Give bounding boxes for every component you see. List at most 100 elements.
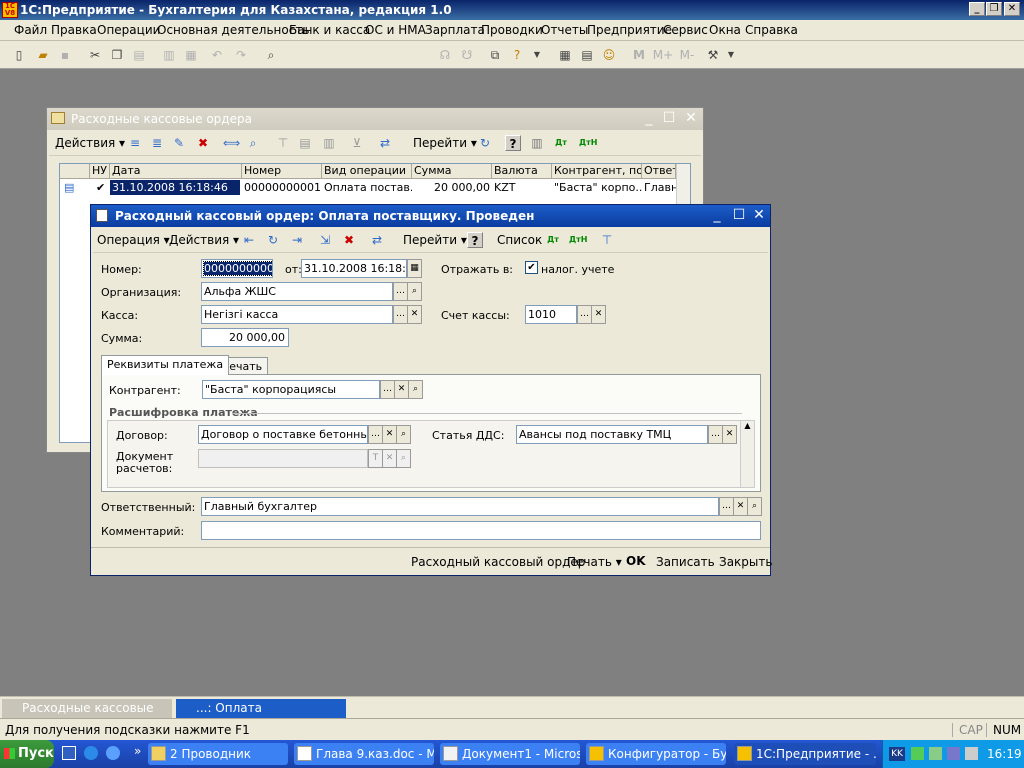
- quicklaunch-save-icon[interactable]: [62, 746, 76, 760]
- date-field[interactable]: 31.10.2008 16:18:46: [301, 259, 407, 278]
- row-operation[interactable]: Оплата постав...: [322, 180, 412, 195]
- save-icon[interactable]: ▪: [58, 48, 72, 62]
- debit-credit-tax-icon[interactable]: ДтН: [579, 135, 597, 151]
- edit-icon[interactable]: ✎: [171, 135, 187, 151]
- row-nu[interactable]: ✔: [94, 180, 110, 195]
- save-button[interactable]: Записать: [656, 555, 715, 569]
- hierarchy-icon[interactable]: ▤: [297, 135, 313, 151]
- help-dropdown-icon[interactable]: ▼: [530, 48, 544, 62]
- tray-network-icon[interactable]: [965, 747, 978, 760]
- col-contractor[interactable]: Контрагент, по...: [552, 164, 642, 179]
- responsible-field[interactable]: Главный бухгалтер: [201, 497, 719, 516]
- calc-icon[interactable]: ▦: [558, 48, 572, 62]
- row-number[interactable]: 00000000001: [242, 180, 322, 195]
- paste-icon[interactable]: ▤: [132, 48, 146, 62]
- col-nu[interactable]: НУ: [90, 164, 110, 179]
- contractor-select-button[interactable]: …: [380, 380, 395, 399]
- menu-enterprise[interactable]: Предприятие: [587, 23, 672, 37]
- quicklaunch-ie-icon[interactable]: [84, 746, 98, 760]
- post-icon[interactable]: ⇲: [317, 232, 333, 248]
- print-button[interactable]: Печать ▾: [567, 555, 622, 569]
- menu-edit[interactable]: Правка: [51, 23, 97, 37]
- close-button[interactable]: ✕: [1004, 2, 1020, 16]
- menu-salary[interactable]: Зарплата: [425, 23, 485, 37]
- preview-icon[interactable]: ▦: [184, 48, 198, 62]
- cash-account-clear-icon[interactable]: ✕: [591, 305, 606, 324]
- ok-button[interactable]: OK: [626, 554, 646, 568]
- settle-doc-clear-icon[interactable]: ✕: [382, 449, 397, 468]
- org-field[interactable]: Альфа ЖШС: [201, 282, 393, 301]
- find-icon[interactable]: ⌕: [264, 48, 278, 62]
- memory-m-icon[interactable]: M: [632, 48, 646, 62]
- menu-reports[interactable]: Отчеты: [541, 23, 588, 37]
- doc-operation-menu[interactable]: Операция ▾: [97, 233, 170, 247]
- task-word-doc1[interactable]: Документ1 - Microso...: [440, 743, 580, 765]
- settle-doc-field[interactable]: [198, 449, 368, 468]
- print-list-icon[interactable]: ▥: [529, 135, 545, 151]
- language-indicator[interactable]: KK: [889, 747, 905, 761]
- prev-doc-icon[interactable]: ⇤: [241, 232, 257, 248]
- col-currency[interactable]: Валюта: [492, 164, 552, 179]
- form-ko-button[interactable]: Расходный кассовый ордер: [411, 555, 585, 569]
- row-date[interactable]: 31.10.2008 16:18:46: [110, 180, 240, 195]
- close-doc-button[interactable]: Закрыть: [719, 555, 772, 569]
- refresh-doc-icon[interactable]: ↻: [265, 232, 281, 248]
- memory-minus-icon[interactable]: M-: [676, 48, 698, 62]
- filter-icon[interactable]: ⊤: [275, 135, 291, 151]
- structure-icon[interactable]: ⇄: [377, 135, 393, 151]
- tray-icon-1[interactable]: [911, 747, 924, 760]
- doc-minimize-button[interactable]: _: [709, 207, 725, 223]
- tray-icon-2[interactable]: [929, 747, 942, 760]
- col-responsible[interactable]: Ответс: [642, 164, 676, 179]
- redo-icon[interactable]: ↷: [234, 48, 248, 62]
- list-maximize-button[interactable]: ☐: [661, 110, 677, 126]
- list-close-button[interactable]: ✕: [683, 110, 699, 126]
- menu-operations[interactable]: Операции: [97, 23, 160, 37]
- doc-actions-menu[interactable]: Действия ▾: [169, 233, 239, 247]
- tools-icon[interactable]: ⚒: [706, 48, 720, 62]
- tools-dropdown-icon[interactable]: ▼: [724, 48, 738, 62]
- calendar-icon[interactable]: ▤: [580, 48, 594, 62]
- find-prev-icon[interactable]: ☊: [438, 48, 452, 62]
- find-next-icon[interactable]: ☋: [460, 48, 474, 62]
- help-icon[interactable]: ?: [505, 135, 521, 151]
- restore-button[interactable]: ❐: [986, 2, 1002, 16]
- undo-icon[interactable]: ↶: [210, 48, 224, 62]
- cut-icon[interactable]: ✂: [88, 48, 102, 62]
- doc-close-button[interactable]: ✕: [751, 207, 767, 223]
- cash-account-select-button[interactable]: …: [577, 305, 592, 324]
- cash-field[interactable]: Негізгі касса: [201, 305, 393, 324]
- responsible-search-icon[interactable]: ⌕: [747, 497, 762, 516]
- debit-credit-icon[interactable]: Дт: [553, 135, 569, 151]
- contractor-field[interactable]: "Баста" корпорациясы: [202, 380, 380, 399]
- interval-icon[interactable]: ⟺: [223, 135, 240, 151]
- delete-icon[interactable]: ✖: [195, 135, 211, 151]
- doc-structure-icon[interactable]: ⊤: [599, 232, 615, 248]
- tray-icon-3[interactable]: [947, 747, 960, 760]
- menu-file[interactable]: Файл: [14, 23, 47, 37]
- contract-clear-icon[interactable]: ✕: [382, 425, 397, 444]
- mdi-tab-list[interactable]: Расходные кассовые ордера: [2, 699, 172, 733]
- contractor-search-icon[interactable]: ⌕: [408, 380, 423, 399]
- org-search-icon[interactable]: ⌕: [407, 282, 422, 301]
- sum-field[interactable]: 20 000,00: [201, 328, 289, 347]
- list-goto-menu[interactable]: Перейти ▾: [413, 136, 477, 150]
- task-word-glava[interactable]: Глава 9.каз.doc - Mi...: [294, 743, 434, 765]
- copy-icon[interactable]: ❐: [110, 48, 124, 62]
- row-sum[interactable]: 20 000,00: [412, 180, 490, 195]
- add-icon[interactable]: ≡: [127, 135, 143, 151]
- contract-field[interactable]: Договор о поставке бетонных с: [198, 425, 368, 444]
- memory-plus-icon[interactable]: M+: [652, 48, 674, 62]
- minimize-button[interactable]: _: [969, 2, 985, 16]
- doc-maximize-button[interactable]: ☐: [731, 207, 747, 223]
- quicklaunch-outlook-icon[interactable]: [106, 746, 120, 760]
- menu-windows[interactable]: Окна: [709, 23, 741, 37]
- cash-account-field[interactable]: 1010: [525, 305, 577, 324]
- number-field[interactable]: 00000000001: [201, 259, 273, 278]
- decode-vscroll[interactable]: ▲: [740, 421, 754, 487]
- col-sum[interactable]: Сумма: [412, 164, 492, 179]
- row-responsible[interactable]: Главн: [642, 180, 676, 195]
- users-icon[interactable]: ☺: [602, 48, 616, 62]
- settle-doc-type-icon[interactable]: T: [368, 449, 383, 468]
- open-icon[interactable]: ▰: [36, 48, 50, 62]
